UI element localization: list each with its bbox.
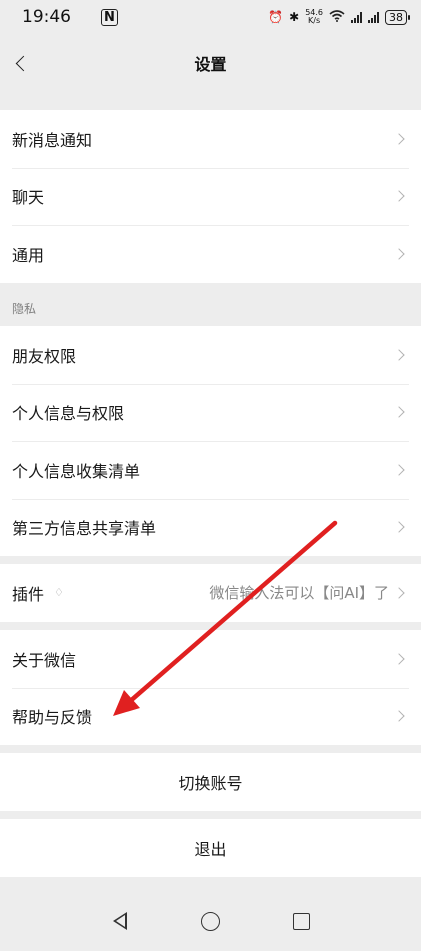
settings-item-personal-info-collection-list[interactable]: 个人信息收集清单 <box>0 441 421 499</box>
wifi-icon <box>329 9 345 25</box>
settings-item-personal-info-permissions[interactable]: 个人信息与权限 <box>0 383 421 442</box>
settings-item-friend-permissions[interactable]: 朋友权限 <box>0 326 421 384</box>
chevron-right-icon <box>393 653 405 665</box>
status-icons: ⏰ ✱ 54.6 K/s 38 <box>268 8 410 25</box>
chevron-right-icon <box>393 587 405 599</box>
chevron-right-icon <box>393 349 405 361</box>
chevron-right-icon <box>393 406 405 418</box>
status-time: 19:46 <box>22 7 71 27</box>
settings-item-about-wechat[interactable]: 关于微信 <box>0 630 421 688</box>
chevron-right-icon <box>393 133 405 145</box>
back-button[interactable] <box>6 46 36 80</box>
chevron-right-icon <box>393 521 405 533</box>
logout-button[interactable]: 退出 <box>0 819 421 877</box>
settings-item-plugins[interactable]: 插件 ♢ 微信输入法可以【问AI】了 <box>0 564 421 622</box>
switch-account-group: 切换账号 <box>0 753 421 811</box>
settings-screen: 19:46 N ⏰ ✱ 54.6 K/s 38 设置 新消息通知 聊天 通用 隐… <box>0 0 421 951</box>
chevron-right-icon <box>393 710 405 722</box>
settings-group-general: 新消息通知 聊天 通用 <box>0 110 421 283</box>
battery-icon: 38 <box>385 9 410 25</box>
settings-item-chat[interactable]: 聊天 <box>0 167 421 226</box>
settings-group-about: 关于微信 帮助与反馈 <box>0 630 421 745</box>
net-speed: 54.6 K/s <box>305 8 323 25</box>
settings-item-help-feedback[interactable]: 帮助与反馈 <box>0 687 421 746</box>
settings-group-plugins: 插件 ♢ 微信输入法可以【问AI】了 <box>0 564 421 622</box>
section-header-privacy: 隐私 <box>12 302 37 316</box>
alarm-icon: ⏰ <box>268 10 284 24</box>
settings-item-general[interactable]: 通用 <box>0 225 421 283</box>
settings-group-privacy: 朋友权限 个人信息与权限 个人信息收集清单 第三方信息共享清单 <box>0 326 421 556</box>
chevron-right-icon <box>393 464 405 476</box>
chevron-right-icon <box>393 248 405 260</box>
switch-account-button[interactable]: 切换账号 <box>0 753 421 811</box>
signal-icon-2 <box>368 11 379 23</box>
page-title: 设置 <box>194 55 227 74</box>
bluetooth-icon: ✱ <box>289 10 300 24</box>
circle-home-icon <box>200 911 220 931</box>
square-recents-icon <box>292 912 310 930</box>
system-nav-bar <box>0 893 421 951</box>
logout-group: 退出 <box>0 819 421 877</box>
settings-item-third-party-sharing-list[interactable]: 第三方信息共享清单 <box>0 498 421 557</box>
settings-item-new-message-notification[interactable]: 新消息通知 <box>0 110 421 168</box>
shield-icon: ♢ <box>54 586 64 600</box>
system-home-button[interactable] <box>198 909 222 933</box>
system-recents-button[interactable] <box>289 909 313 933</box>
signal-icon-1 <box>351 11 362 23</box>
triangle-back-icon <box>113 912 127 930</box>
chevron-left-icon <box>15 55 31 71</box>
system-back-button[interactable] <box>108 909 132 933</box>
nav-bar: 设置 <box>0 34 421 92</box>
nfc-icon: N <box>101 8 118 26</box>
status-bar: 19:46 N ⏰ ✱ 54.6 K/s 38 <box>0 0 421 34</box>
chevron-right-icon <box>393 190 405 202</box>
plugins-hint: 微信输入法可以【问AI】了 <box>209 584 389 603</box>
